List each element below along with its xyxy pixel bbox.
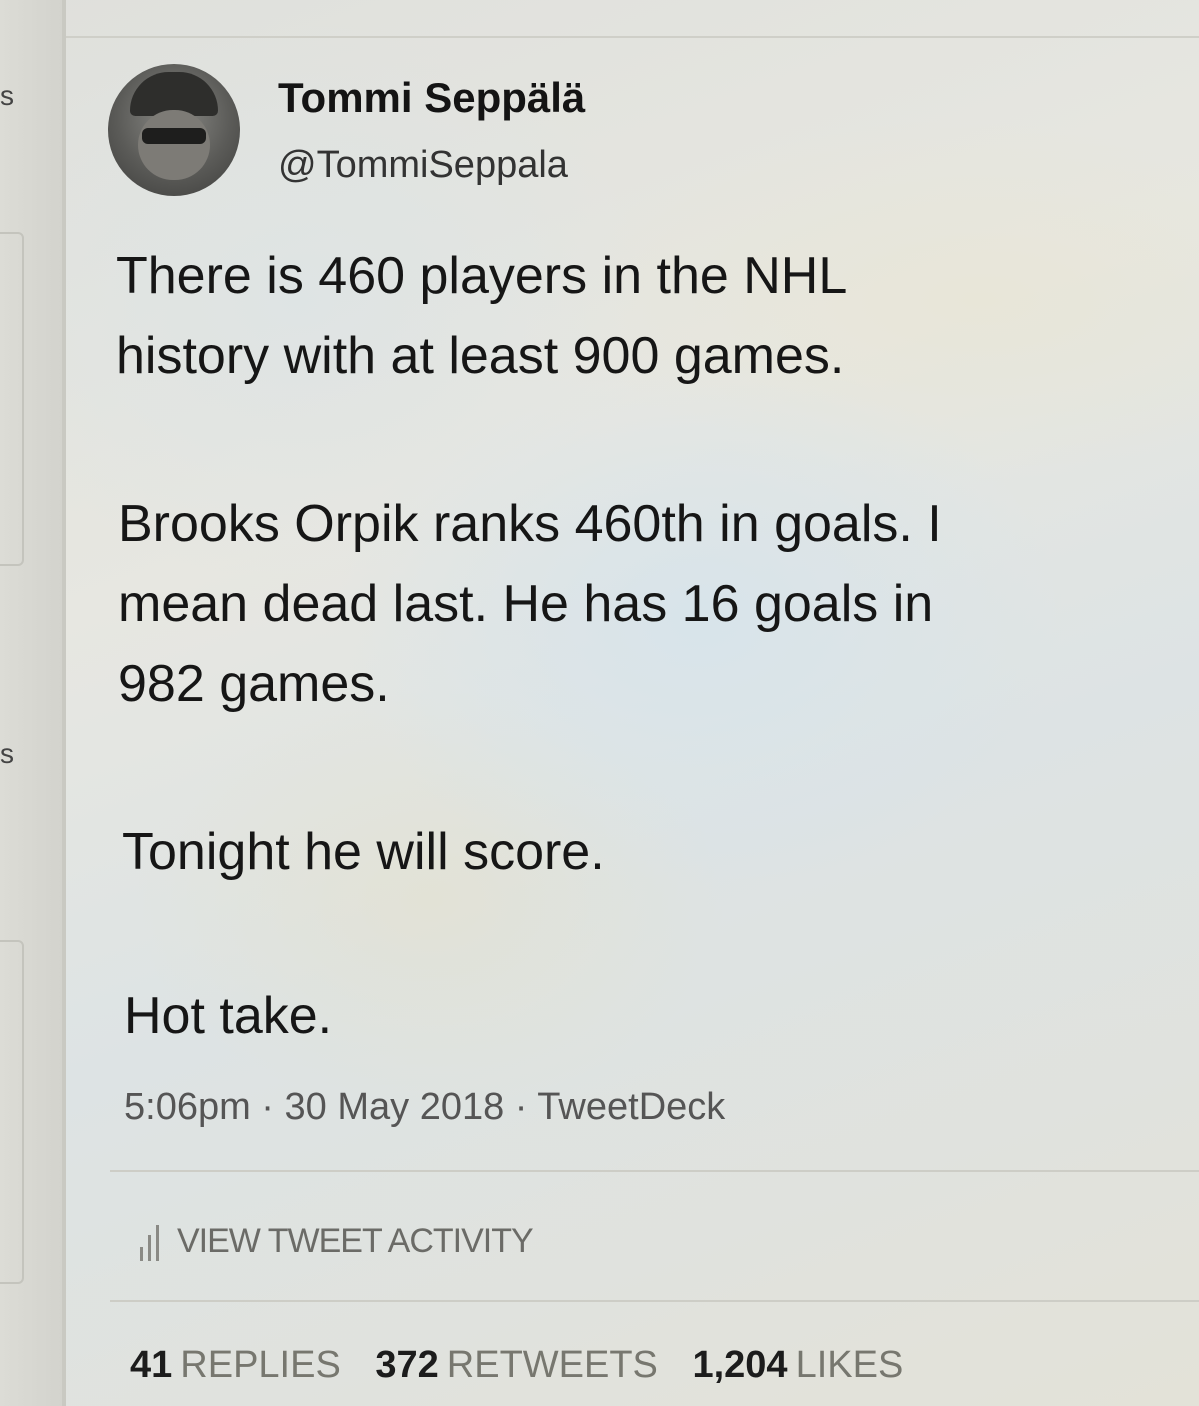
retweets-stat[interactable]: 372 RETWEETS <box>375 1344 692 1386</box>
display-name[interactable]: Tommi Seppälä <box>278 74 585 122</box>
user-handle[interactable]: @TommiSeppala <box>278 144 568 187</box>
avatar[interactable] <box>108 64 240 196</box>
sidebar-fragment-top: s <box>0 80 14 111</box>
bar-chart-icon <box>140 1225 159 1261</box>
divider <box>110 1170 1199 1172</box>
sidebar-fragment-mid: s <box>0 738 14 769</box>
divider <box>110 1300 1199 1302</box>
top-divider <box>0 36 1199 38</box>
likes-stat[interactable]: 1,204 LIKES <box>692 1344 927 1386</box>
retweets-count: 372 <box>375 1344 439 1386</box>
likes-count: 1,204 <box>692 1344 788 1386</box>
replies-stat[interactable]: 41 REPLIES <box>130 1344 375 1386</box>
sidebar-card-lower[interactable] <box>0 940 24 1284</box>
left-sidebar: s s <box>0 0 66 1406</box>
retweets-label: RETWEETS <box>446 1344 658 1386</box>
replies-count: 41 <box>130 1344 173 1386</box>
avatar-face <box>138 110 210 180</box>
tweet-timestamp-source[interactable]: 5:06pm · 30 May 2018 · TweetDeck <box>124 1086 725 1129</box>
tweet-paragraph: Hot take. <box>124 987 333 1045</box>
view-tweet-activity-button[interactable]: VIEW TWEET ACTIVITY <box>140 1222 534 1261</box>
sidebar-card[interactable] <box>0 232 24 566</box>
likes-label: LIKES <box>795 1344 904 1386</box>
tweet-paragraph: Brooks Orpik ranks 460th in goals. I mea… <box>118 495 942 713</box>
tweet-paragraph: There is 460 players in the NHL history … <box>116 247 848 385</box>
avatar-glasses <box>142 128 206 144</box>
replies-label: REPLIES <box>180 1344 341 1386</box>
view-tweet-activity-label: VIEW TWEET ACTIVITY <box>177 1222 534 1260</box>
tweet-stats: 41 REPLIES 372 RETWEETS 1,204 LIKES <box>130 1344 927 1387</box>
tweet-paragraph: Tonight he will score. <box>122 823 605 881</box>
